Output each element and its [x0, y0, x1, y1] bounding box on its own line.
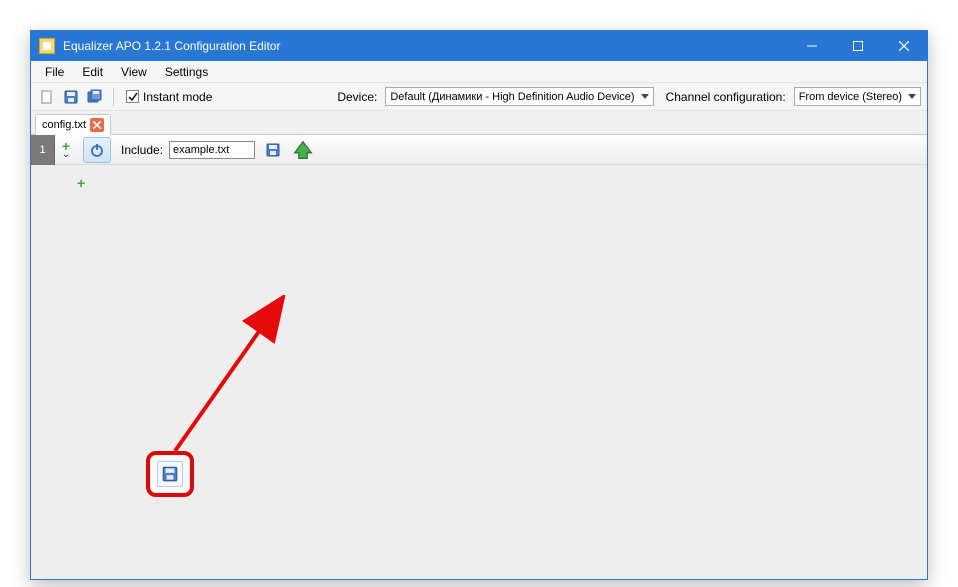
device-dropdown[interactable]: Default (Динамики - High Definition Audi…	[385, 87, 653, 106]
close-button[interactable]	[881, 31, 927, 61]
menu-file[interactable]: File	[37, 63, 72, 81]
tab-close-button[interactable]	[90, 118, 104, 132]
filter-row: 1 + ⌄ Include:	[31, 135, 927, 165]
tab-strip: config.txt	[31, 111, 927, 135]
window-controls	[789, 31, 927, 61]
app-icon	[39, 38, 55, 54]
include-file-input[interactable]	[169, 141, 255, 159]
channel-config-value: From device (Stereo)	[799, 91, 902, 103]
include-label: Include:	[121, 143, 163, 157]
chevron-down-icon	[908, 94, 916, 99]
menu-view[interactable]: View	[113, 63, 155, 81]
instant-mode-checkbox[interactable]: Instant mode	[126, 90, 212, 104]
power-toggle-button[interactable]	[83, 137, 111, 163]
instant-mode-label: Instant mode	[143, 90, 212, 104]
save-button[interactable]	[61, 87, 81, 107]
expand-toggle[interactable]: ⌄	[62, 151, 70, 159]
tab-label: config.txt	[42, 119, 86, 131]
annotation-arrow	[161, 295, 321, 475]
device-label: Device:	[337, 90, 377, 104]
window-title: Equalizer APO 1.2.1 Configuration Editor	[63, 39, 789, 53]
menu-bar: File Edit View Settings	[31, 61, 927, 83]
checkbox-icon	[126, 90, 139, 103]
tab-config[interactable]: config.txt	[35, 114, 111, 135]
save-all-button[interactable]	[85, 87, 105, 107]
maximize-button[interactable]	[835, 31, 881, 61]
channel-config-label: Channel configuration:	[666, 90, 786, 104]
toolbar: Instant mode Device: Default (Динамики -…	[31, 83, 927, 111]
new-file-button[interactable]	[37, 87, 57, 107]
menu-edit[interactable]: Edit	[74, 63, 111, 81]
move-up-button[interactable]	[291, 139, 315, 161]
channel-config-dropdown[interactable]: From device (Stereo)	[794, 87, 921, 106]
annotation-save-icon	[157, 461, 183, 487]
row-index: 1	[31, 135, 55, 165]
app-window: Equalizer APO 1.2.1 Configuration Editor…	[30, 30, 928, 580]
add-filter-end-button[interactable]: +	[77, 175, 85, 191]
editor-content: 1 + ⌄ Include: +	[31, 135, 927, 579]
chevron-down-icon	[641, 94, 649, 99]
row-gutter-controls: + ⌄	[55, 141, 77, 159]
toolbar-separator	[113, 88, 114, 106]
menu-settings[interactable]: Settings	[157, 63, 216, 81]
title-bar: Equalizer APO 1.2.1 Configuration Editor	[31, 31, 927, 61]
device-value: Default (Динамики - High Definition Audi…	[390, 91, 634, 103]
minimize-button[interactable]	[789, 31, 835, 61]
open-include-file-button[interactable]	[261, 139, 285, 161]
annotation-highlight-box	[146, 451, 194, 497]
